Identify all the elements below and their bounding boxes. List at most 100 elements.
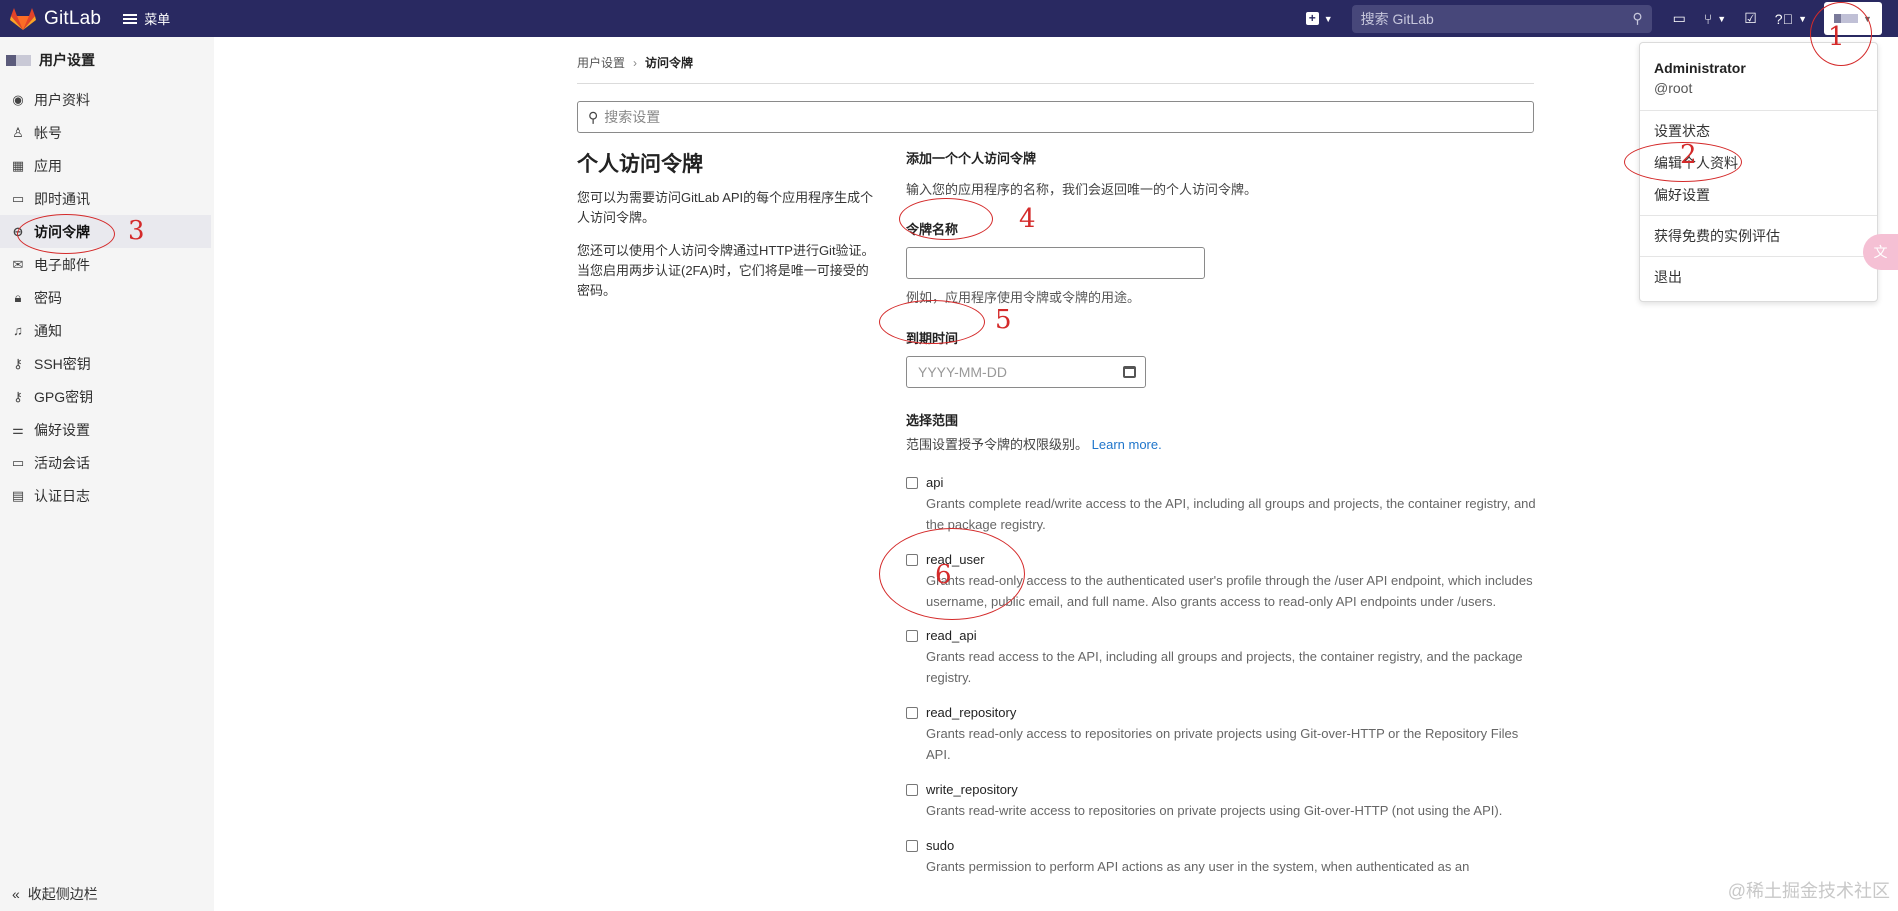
chevron-right-icon: ›	[633, 56, 638, 70]
scope-sudo: sudo Grants permission to perform API ac…	[906, 838, 1536, 877]
learn-more-link[interactable]: Learn more.	[1092, 437, 1162, 452]
calendar-icon[interactable]	[1123, 366, 1136, 378]
preferences-icon: ⚌	[12, 421, 24, 437]
main-menu-button[interactable]: 菜单	[123, 9, 170, 28]
search-placeholder: 搜索 GitLab	[1360, 10, 1434, 27]
chevron-down-icon: ▼	[1798, 13, 1807, 24]
annotation-number-6: 6	[935, 560, 952, 590]
gitlab-logo[interactable]: GitLab	[10, 7, 101, 31]
sidebar-item-chat[interactable]: ▭ 即时通讯	[0, 182, 214, 215]
form-description: 输入您的应用程序的名称，我们会返回唯一的个人访问令牌。	[906, 182, 1258, 197]
sidebar-item-ssh-keys[interactable]: ⚷ SSH密钥	[0, 347, 214, 380]
token-name-help: 例如，应用程序使用令牌或令牌的用途。	[906, 290, 1141, 305]
sidebar-item-password[interactable]: 🔒︎ 密码	[0, 281, 214, 314]
key-icon: ⚷	[13, 388, 23, 404]
sidebar-item-label: 电子邮件	[34, 256, 90, 273]
expiry-date-input[interactable]: YYYY-MM-DD	[906, 356, 1146, 388]
sidebar-item-label: 即时通讯	[34, 190, 90, 207]
breadcrumb-parent[interactable]: 用户设置	[577, 56, 625, 70]
log-icon: ▤	[11, 487, 25, 503]
annotation-number-5: 5	[995, 305, 1012, 335]
scope-read-repository: read_repository Grants read-only access …	[906, 705, 1536, 765]
scope-description: Grants read-only access to repositories …	[926, 726, 1519, 762]
scope-description: Grants read-write access to repositories…	[926, 803, 1503, 818]
scope-read-api: read_api Grants read access to the API, …	[906, 628, 1536, 688]
lock-icon: 🔒︎	[14, 289, 22, 305]
translate-icon[interactable]: 文	[1863, 234, 1898, 270]
sidebar-item-preferences[interactable]: ⚌ 偏好设置	[0, 413, 214, 446]
token-name-input[interactable]	[906, 247, 1205, 279]
scope-description: Grants complete read/write access to the…	[926, 496, 1536, 532]
help-icon: ?⃝	[1774, 10, 1794, 27]
scope-checkbox[interactable]	[906, 630, 918, 642]
issues-button[interactable]: ▭	[1673, 10, 1686, 27]
sidebar-item-label: 应用	[34, 157, 62, 174]
search-icon: ⚲	[1632, 10, 1643, 26]
page-title: 个人访问令牌	[577, 153, 703, 176]
sidebar-item-account[interactable]: ♙ 帐号	[0, 116, 214, 149]
annotation-circle-4	[899, 198, 993, 240]
sidebar-item-applications[interactable]: ▦ 应用	[0, 149, 214, 182]
sidebar-item-auth-log[interactable]: ▤ 认证日志	[0, 479, 214, 512]
sidebar-item-label: 通知	[34, 322, 62, 339]
scope-name[interactable]: sudo	[926, 838, 1536, 853]
mail-icon: ✉	[12, 256, 24, 272]
sidebar-item-label: 活动会话	[34, 454, 90, 471]
help-button[interactable]: ?⃝ ▼	[1775, 11, 1807, 27]
chevron-down-icon: ▼	[1717, 13, 1727, 24]
chat-icon: ▭	[11, 190, 25, 206]
scope-checkbox[interactable]	[906, 707, 918, 719]
scopes-help-text: 范围设置授予令牌的权限级别。	[906, 437, 1089, 452]
menu-item-free-trial[interactable]: 获得免费的实例评估	[1640, 220, 1877, 252]
expiry-placeholder: YYYY-MM-DD	[918, 364, 1007, 380]
settings-search-input[interactable]: ⚲ 搜索设置	[577, 101, 1534, 133]
sidebar-item-active-sessions[interactable]: ▭ 活动会话	[0, 446, 214, 479]
scope-name[interactable]: write_repository	[926, 782, 1536, 797]
sidebar-item-label: 帐号	[34, 124, 62, 141]
breadcrumb-current[interactable]: 访问令牌	[645, 56, 693, 70]
sidebar-item-notifications[interactable]: ♫ 通知	[0, 314, 214, 347]
sidebar-item-profile[interactable]: ◉ 用户资料	[0, 83, 214, 116]
profile-icon: ◉	[12, 91, 24, 107]
annotation-number-3: 3	[128, 216, 145, 246]
chevron-down-icon: ▼	[1323, 13, 1333, 24]
account-icon: ♙	[12, 124, 24, 140]
menu-item-preferences[interactable]: 偏好设置	[1640, 179, 1877, 211]
search-icon: ⚲	[588, 108, 599, 125]
merge-request-icon: ⑂	[1703, 10, 1713, 27]
scope-description: Grants permission to perform API actions…	[926, 859, 1470, 874]
collapse-sidebar-button[interactable]: « 收起侧边栏	[0, 877, 214, 911]
sidebar-header[interactable]: 用户设置	[0, 37, 214, 83]
global-search-input[interactable]: 搜索 GitLab ⚲	[1351, 4, 1652, 33]
merge-requests-button[interactable]: ⑂ ▼	[1704, 11, 1726, 27]
new-dropdown-button[interactable]: + ▼	[1305, 12, 1333, 25]
sidebar-item-label: 密码	[34, 289, 62, 306]
scope-name[interactable]: read_repository	[926, 705, 1536, 720]
double-chevron-left-icon: «	[12, 886, 20, 902]
breadcrumb: 用户设置 › 访问令牌	[577, 54, 693, 71]
scope-name[interactable]: read_api	[926, 628, 1536, 643]
todos-button[interactable]: ☑	[1744, 10, 1757, 27]
scope-checkbox[interactable]	[906, 840, 918, 852]
issues-icon: ▭	[1672, 10, 1686, 26]
applications-icon: ▦	[11, 157, 25, 173]
scope-checkbox[interactable]	[906, 477, 918, 489]
annotation-number-1: 1	[1828, 22, 1845, 52]
sidebar-item-emails[interactable]: ✉ 电子邮件	[0, 248, 214, 281]
scope-api: api Grants complete read/write access to…	[906, 475, 1536, 535]
scope-name[interactable]: api	[926, 475, 1536, 490]
sidebar-item-label: 偏好设置	[34, 421, 90, 438]
menu-label: 菜单	[144, 12, 171, 27]
sidebar-item-label: GPG密钥	[34, 388, 94, 405]
token-name-label: 令牌名称	[906, 222, 959, 237]
sidebar-item-gpg-keys[interactable]: ⚷ GPG密钥	[0, 380, 214, 413]
avatar	[6, 54, 31, 66]
todo-icon: ☑	[1744, 10, 1757, 26]
annotation-number-4: 4	[1019, 204, 1036, 234]
bell-icon: ♫	[13, 323, 23, 338]
divider	[577, 83, 1534, 84]
token-form: 添加一个个人访问令牌 输入您的应用程序的名称，我们会返回唯一的个人访问令牌。 令…	[906, 148, 1536, 877]
top-navbar: GitLab 菜单 + ▼ 搜索 GitLab ⚲ ▭ ⑂ ▼ ☑ ?⃝ ▼ ▼	[0, 0, 1898, 37]
scope-checkbox[interactable]	[906, 784, 918, 796]
menu-item-sign-out[interactable]: 退出	[1640, 261, 1877, 293]
